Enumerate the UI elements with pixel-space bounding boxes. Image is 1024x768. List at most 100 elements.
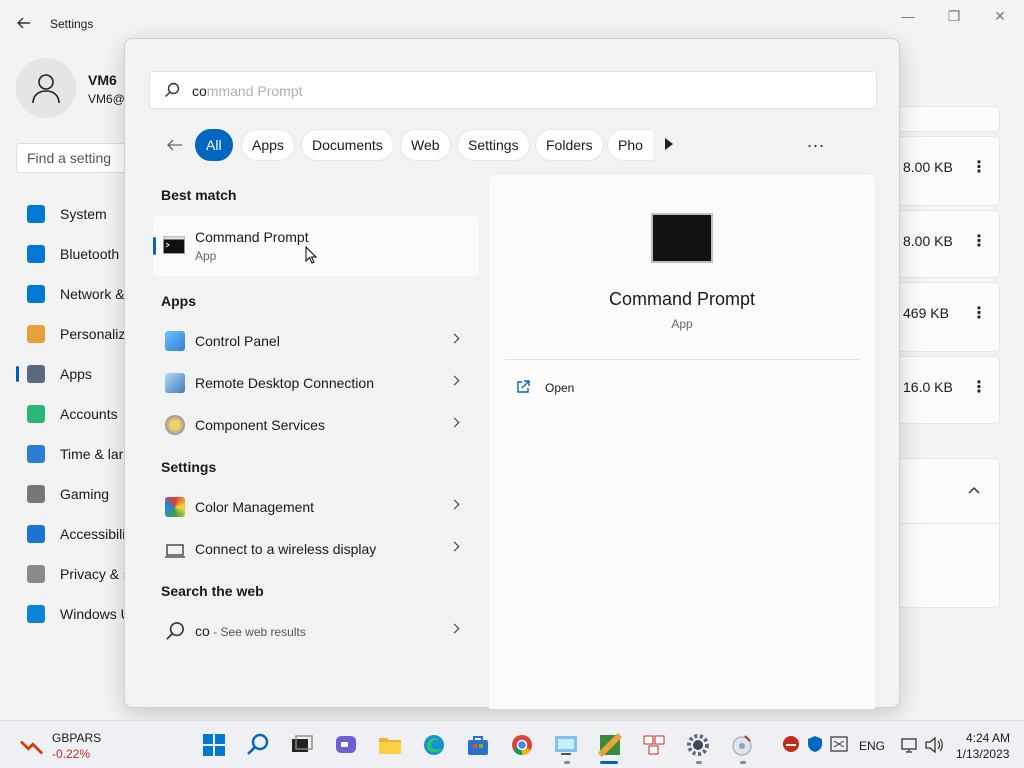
app-card[interactable]: 8.00 KB ⋮ xyxy=(896,210,1000,278)
maximize-icon[interactable]: ❐ xyxy=(944,8,964,26)
task-view-icon[interactable] xyxy=(290,733,314,757)
sidebar-item-accessibili[interactable]: Accessibili xyxy=(16,516,136,552)
sidebar-item-time-lar[interactable]: Time & lar xyxy=(16,436,136,472)
apps-icon xyxy=(27,365,45,383)
more-options-icon[interactable]: ⋮ xyxy=(971,303,987,323)
store-icon[interactable] xyxy=(466,733,490,757)
sidebar-item-bluetooth[interactable]: Bluetooth xyxy=(16,236,136,272)
more-options-icon[interactable]: ... xyxy=(807,131,825,152)
clock-time[interactable]: 4:24 AM xyxy=(966,731,1010,745)
file-explorer-icon[interactable] xyxy=(378,733,402,757)
media-app-icon[interactable] xyxy=(598,733,622,757)
open-external-icon xyxy=(517,380,530,393)
chrome-icon[interactable] xyxy=(510,733,534,757)
result-component-services[interactable]: Component Services xyxy=(153,405,469,445)
chevron-right-icon[interactable] xyxy=(449,541,460,552)
filter-folders[interactable]: Folders xyxy=(535,129,604,161)
chevron-right-icon[interactable] xyxy=(449,375,460,386)
back-arrow-icon[interactable] xyxy=(165,135,185,155)
result-label: Remote Desktop Connection xyxy=(195,375,374,391)
chevron-right-icon[interactable] xyxy=(449,417,460,428)
sidebar-item-label: Gaming xyxy=(60,486,110,502)
display-icon xyxy=(165,544,185,558)
avatar[interactable] xyxy=(16,58,76,118)
control-panel-icon[interactable] xyxy=(554,733,578,757)
filter-apps[interactable]: Apps xyxy=(241,129,295,161)
stock-chart-icon[interactable] xyxy=(20,735,44,759)
search-icon xyxy=(165,82,180,97)
mouse-cursor-icon xyxy=(305,246,317,264)
chevron-up-icon[interactable] xyxy=(967,485,981,495)
command-prompt-icon xyxy=(163,236,185,254)
puzzle-app-icon[interactable] xyxy=(642,733,666,757)
sidebar-item-system[interactable]: System xyxy=(16,196,136,232)
network-icon[interactable] xyxy=(900,735,920,755)
disk-utility-icon[interactable] xyxy=(730,733,754,757)
open-button[interactable]: Open xyxy=(515,379,605,399)
filter-documents[interactable]: Documents xyxy=(301,129,394,161)
sidebar-item-personaliz[interactable]: Personaliz xyxy=(16,316,136,352)
filter-web[interactable]: Web xyxy=(400,129,451,161)
windows-start-icon[interactable] xyxy=(202,733,226,757)
command-prompt-icon xyxy=(651,213,713,263)
result-wireless-display[interactable]: Connect to a wireless display xyxy=(153,529,469,569)
expander-card[interactable] xyxy=(896,458,1001,608)
filter-photos[interactable]: Pho xyxy=(607,129,653,161)
back-arrow-icon[interactable] xyxy=(14,13,34,33)
input-method-icon[interactable] xyxy=(830,735,848,753)
sidebar-item-label: Accessibili xyxy=(60,526,126,542)
more-options-icon[interactable]: ⋮ xyxy=(971,231,987,251)
filter-all[interactable]: All xyxy=(195,129,233,161)
result-web-search[interactable]: co - See web results xyxy=(153,611,469,651)
search-input[interactable]: command Prompt xyxy=(149,71,877,109)
sidebar-item-accounts[interactable]: Accounts xyxy=(16,396,136,432)
more-options-icon[interactable]: ⋮ xyxy=(971,377,987,397)
chevron-right-icon[interactable] xyxy=(449,623,460,634)
result-label: Component Services xyxy=(195,417,325,433)
language-indicator[interactable]: ENG xyxy=(859,739,885,753)
search-query: co xyxy=(192,83,207,99)
result-label: Connect to a wireless display xyxy=(195,541,377,557)
bluetooth-icon xyxy=(27,245,45,263)
minimize-icon[interactable]: — xyxy=(898,8,918,26)
best-match-name: Command Prompt xyxy=(195,229,309,245)
widget-value[interactable]: -0.22% xyxy=(52,747,90,761)
app-card[interactable]: 469 KB ⋮ xyxy=(896,282,1000,352)
best-match-type: App xyxy=(195,249,217,263)
chat-icon[interactable] xyxy=(334,733,358,757)
antivirus-icon[interactable] xyxy=(782,735,800,753)
open-label: Open xyxy=(545,381,575,395)
user-name: VM6 xyxy=(88,72,117,88)
volume-icon[interactable] xyxy=(924,735,944,755)
filter-settings[interactable]: Settings xyxy=(457,129,530,161)
close-icon[interactable]: ✕ xyxy=(990,8,1010,26)
find-setting-input[interactable]: Find a setting xyxy=(16,143,136,173)
sidebar-item-privacy-s[interactable]: Privacy & s xyxy=(16,556,136,592)
search-icon[interactable] xyxy=(246,733,270,757)
app-card[interactable]: 8.00 KB ⋮ xyxy=(896,136,1000,206)
web-suffix: - See web results xyxy=(209,625,306,639)
clock-date[interactable]: 1/13/2023 xyxy=(956,747,1009,761)
sidebar-item-windows-u[interactable]: Windows U xyxy=(16,596,136,632)
scroll-right-icon[interactable] xyxy=(665,138,673,150)
result-remote-desktop[interactable]: Remote Desktop Connection xyxy=(153,363,469,403)
result-control-panel[interactable]: Control Panel xyxy=(153,321,469,361)
chevron-right-icon[interactable] xyxy=(449,333,460,344)
settings-card xyxy=(896,106,1000,132)
chevron-right-icon[interactable] xyxy=(449,499,460,510)
result-color-management[interactable]: Color Management xyxy=(153,487,469,527)
more-options-icon[interactable]: ⋮ xyxy=(971,157,987,177)
edge-icon[interactable] xyxy=(422,733,446,757)
settings-gear-icon[interactable] xyxy=(686,733,710,757)
app-card[interactable]: 16.0 KB ⋮ xyxy=(896,356,1000,424)
preview-title: Command Prompt xyxy=(608,289,756,309)
sidebar-item-network[interactable]: Network & xyxy=(16,276,136,312)
widget-title[interactable]: GBPARS xyxy=(52,731,101,745)
wifi-icon xyxy=(27,285,45,303)
sidebar-item-gaming[interactable]: Gaming xyxy=(16,476,136,512)
component-services-icon xyxy=(165,415,185,435)
best-match-result[interactable]: Command Prompt App xyxy=(153,216,479,276)
security-shield-icon[interactable] xyxy=(806,735,824,753)
sidebar-item-apps[interactable]: Apps xyxy=(16,356,136,392)
shield-icon xyxy=(27,565,45,583)
